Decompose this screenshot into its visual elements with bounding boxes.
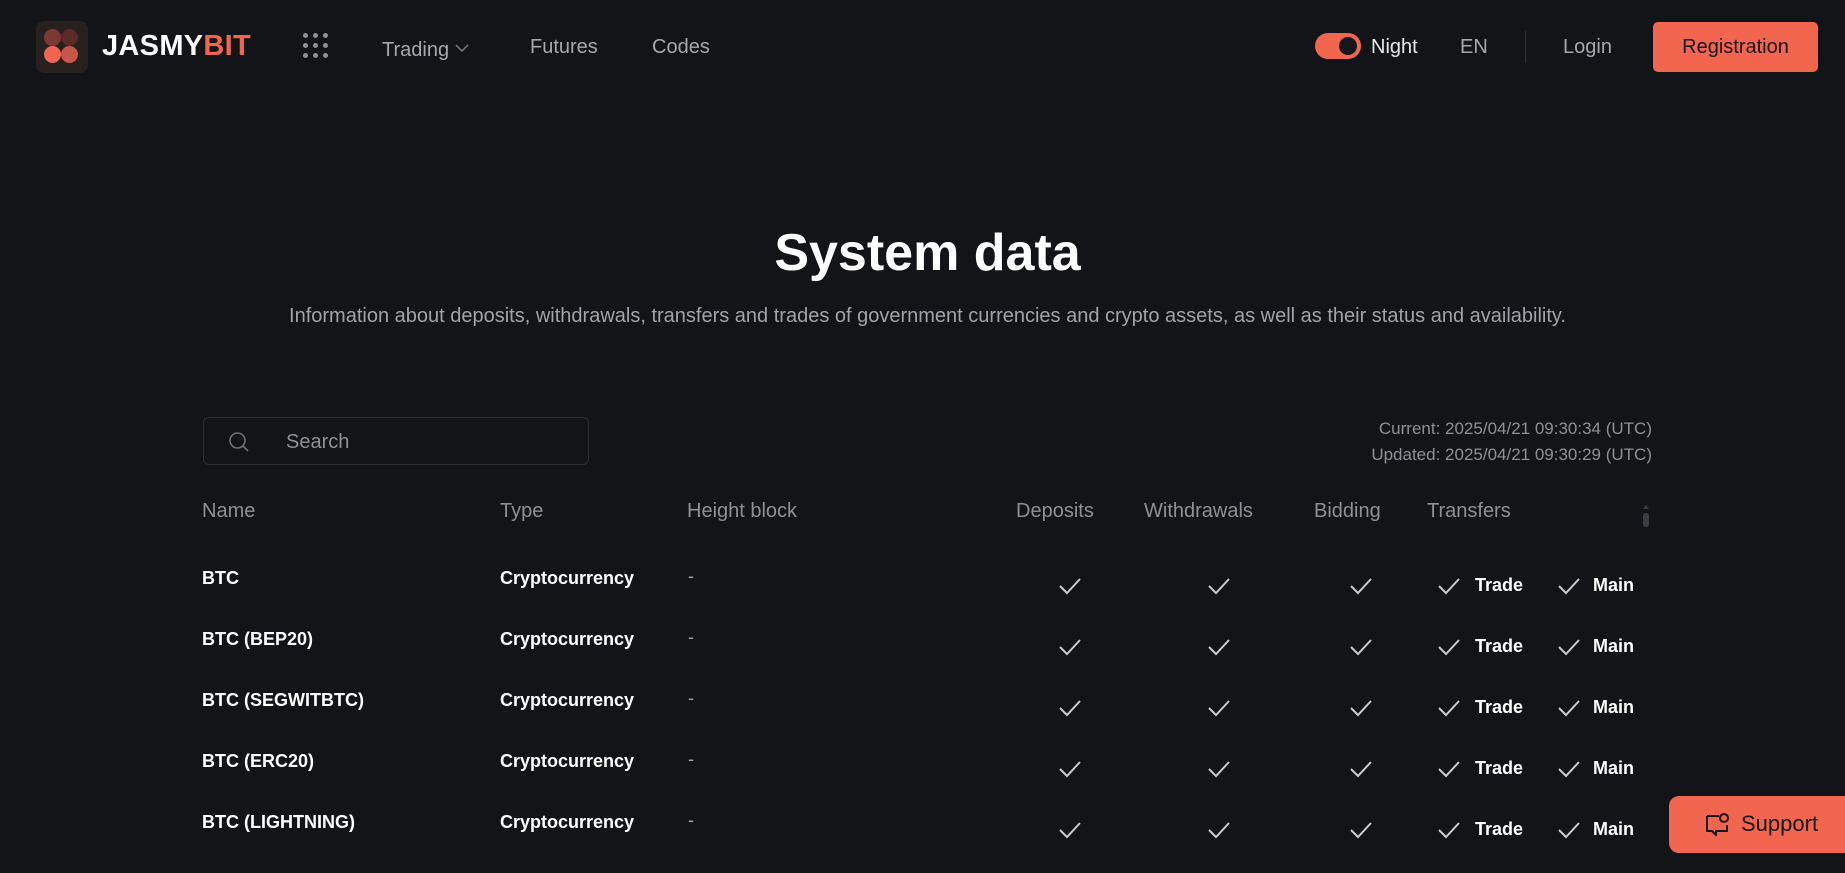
table-row: BTC (SEGWITBTC) Cryptocurrency - Trade M… (0, 688, 1845, 751)
column-header-withdrawals[interactable]: Withdrawals (1144, 500, 1253, 523)
brand-name-part2: BIT (203, 30, 252, 62)
withdrawals-check-icon (1207, 696, 1231, 720)
column-header-height-block[interactable]: Height block (687, 500, 797, 523)
main-transfer-check-icon (1557, 574, 1581, 598)
column-header-transfers[interactable]: Transfers (1427, 500, 1511, 523)
timestamps: Current: 2025/04/21 09:30:34 (UTC) Updat… (1371, 416, 1652, 468)
current-time: Current: 2025/04/21 09:30:34 (UTC) (1378, 419, 1652, 438)
asset-height-block: - (688, 688, 694, 708)
trade-transfer-label: Trade (1475, 819, 1524, 839)
deposits-check-icon (1058, 818, 1082, 842)
main-transfer-label: Main (1593, 758, 1635, 778)
language-selector[interactable]: EN (1460, 36, 1488, 59)
trade-transfer-label: Trade (1475, 697, 1524, 717)
asset-name: BTC (LIGHTNING) (202, 812, 355, 832)
page-title: System data (774, 224, 1081, 282)
grid-dots-icon[interactable] (303, 33, 329, 59)
bidding-check-icon (1349, 818, 1373, 842)
header-divider (1525, 31, 1526, 63)
main-transfer-check-icon (1557, 818, 1581, 842)
asset-height-block: - (688, 627, 694, 647)
trade-transfer-check-icon (1437, 696, 1461, 720)
nav-futures[interactable]: Futures (530, 36, 598, 59)
asset-type: Cryptocurrency (500, 568, 635, 588)
updated-time: Updated: 2025/04/21 09:30:29 (UTC) (1371, 445, 1652, 464)
deposits-check-icon (1058, 757, 1082, 781)
asset-name: BTC (ERC20) (202, 751, 315, 771)
search-icon (228, 431, 250, 453)
asset-type: Cryptocurrency (500, 629, 635, 649)
withdrawals-check-icon (1207, 818, 1231, 842)
column-header-deposits[interactable]: Deposits (1016, 500, 1094, 523)
main-transfer-label: Main (1593, 575, 1635, 595)
main-transfer-label: Main (1593, 697, 1635, 717)
logo-mark-icon[interactable] (36, 21, 88, 73)
table-row: BTC (ERC20) Cryptocurrency - Trade Main (0, 749, 1845, 812)
bidding-check-icon (1349, 696, 1373, 720)
chevron-down-icon (455, 36, 469, 59)
sort-indicator-icon[interactable] (1643, 505, 1649, 527)
trade-transfer-check-icon (1437, 757, 1461, 781)
asset-name: BTC (BEP20) (202, 629, 314, 649)
brand-name-part1: JASMY (102, 30, 204, 62)
login-link[interactable]: Login (1563, 36, 1612, 59)
withdrawals-check-icon (1207, 635, 1231, 659)
main-transfer-label: Main (1593, 819, 1635, 839)
withdrawals-check-icon (1207, 574, 1231, 598)
column-header-bidding[interactable]: Bidding (1314, 500, 1381, 523)
bidding-check-icon (1349, 574, 1373, 598)
night-mode-label: Night (1371, 36, 1418, 58)
trade-transfer-label: Trade (1475, 636, 1524, 656)
nav-trading[interactable]: Trading (382, 36, 469, 62)
trade-transfer-check-icon (1437, 818, 1461, 842)
main-transfer-label: Main (1593, 636, 1635, 656)
search-box[interactable] (203, 417, 589, 465)
column-header-name[interactable]: Name (202, 500, 255, 523)
asset-name: BTC (202, 568, 239, 588)
search-input[interactable] (284, 428, 578, 456)
asset-type: Cryptocurrency (500, 812, 635, 832)
nav-trading-label: Trading (382, 39, 450, 61)
main-transfer-check-icon (1557, 696, 1581, 720)
asset-height-block: - (688, 566, 694, 586)
table-row: BTC Cryptocurrency - Trade Main (0, 566, 1845, 629)
page-subtitle: Information about deposits, withdrawals,… (289, 305, 1566, 327)
toggle-knob (1339, 37, 1357, 55)
nav-codes[interactable]: Codes (652, 36, 710, 59)
support-button[interactable]: Support (1669, 796, 1845, 853)
table-row: BTC (LIGHTNING) Cryptocurrency - Trade M… (0, 810, 1845, 873)
main-transfer-check-icon (1557, 757, 1581, 781)
registration-button[interactable]: Registration (1653, 22, 1818, 72)
main-transfer-check-icon (1557, 635, 1581, 659)
trade-transfer-check-icon (1437, 635, 1461, 659)
asset-type: Cryptocurrency (500, 690, 635, 710)
column-header-type[interactable]: Type (500, 500, 543, 523)
bidding-check-icon (1349, 757, 1373, 781)
withdrawals-check-icon (1207, 757, 1231, 781)
bidding-check-icon (1349, 635, 1373, 659)
trade-transfer-check-icon (1437, 574, 1461, 598)
support-label: Support (1741, 811, 1819, 836)
asset-height-block: - (688, 810, 694, 830)
night-mode-toggle[interactable] (1315, 33, 1361, 59)
trade-transfer-label: Trade (1475, 758, 1524, 778)
asset-name: BTC (SEGWITBTC) (202, 690, 364, 710)
deposits-check-icon (1058, 635, 1082, 659)
trade-transfer-label: Trade (1475, 575, 1524, 595)
top-navigation-bar: JASMYBIT Trading Futures Codes Night EN … (0, 0, 1845, 94)
deposits-check-icon (1058, 574, 1082, 598)
asset-type: Cryptocurrency (500, 751, 635, 771)
brand-name[interactable]: JASMYBIT (102, 30, 251, 63)
table-row: BTC (BEP20) Cryptocurrency - Trade Main (0, 627, 1845, 690)
chat-bubble-icon (1703, 811, 1731, 839)
asset-height-block: - (688, 749, 694, 769)
deposits-check-icon (1058, 696, 1082, 720)
